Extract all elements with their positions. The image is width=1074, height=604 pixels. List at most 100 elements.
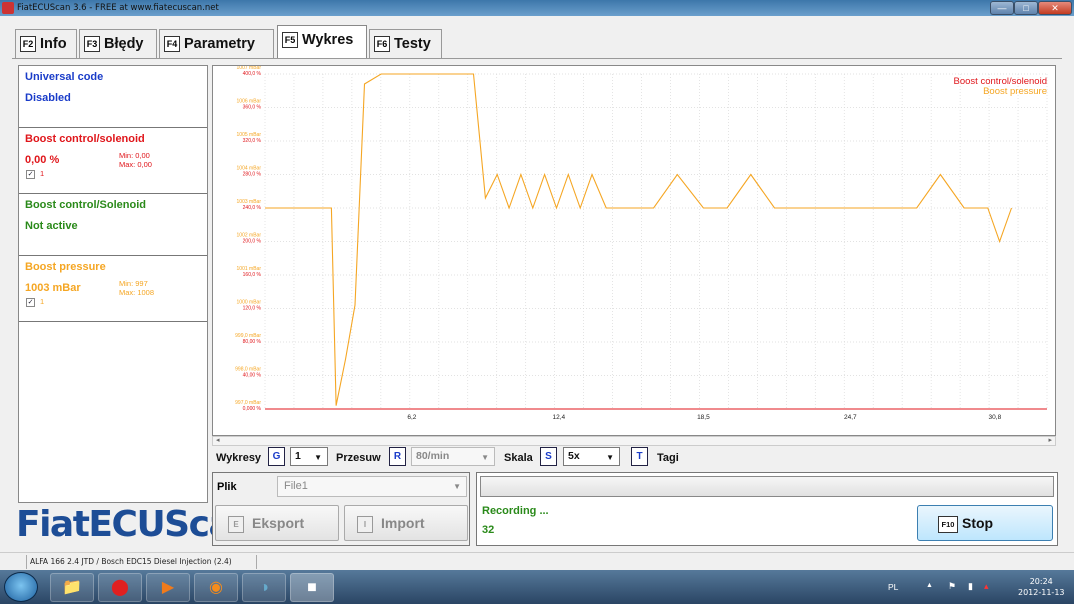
chevron-down-icon: ▼ [453,482,461,491]
skala-key[interactable]: S [540,447,557,466]
param-checkbox[interactable]: ✓ [26,170,35,179]
y-tick-label-pct: 120,0 % [243,306,262,312]
chart-area[interactable]: 997,0 mBar 0,000 % 998,0 mBar 40,00 % 999,0 … [212,65,1056,436]
app-window: F2 Info F3 Błędy F4 Parametry F5 Wykres F6 Te… [0,16,1074,552]
battery-icon[interactable]: ▮ [968,581,973,592]
y-tick-label-pct: 240,0 % [243,205,262,211]
checkbox-label: 1 [40,297,45,306]
divider [256,555,257,569]
start-button[interactable] [4,572,38,602]
param-min: Min: 997 [119,279,148,288]
flag-icon[interactable]: ⚑ [948,581,956,592]
export-label: Eksport [252,515,305,531]
maximize-button[interactable]: □ [1014,1,1038,15]
media-player-icon[interactable]: ▶ [146,573,190,602]
przesuw-key[interactable]: R [389,447,406,466]
param-minmax: Min: 0,00 Max: 0,00 [119,151,152,169]
skala-value: 5x [568,450,580,462]
skala-select[interactable]: 5x ▼ [563,447,620,466]
stop-button[interactable]: F10 Stop [917,505,1053,541]
skala-label: Skala [504,452,533,464]
przesuw-select[interactable]: 80/min ▼ [411,447,495,466]
import-label: Import [381,515,425,531]
series-line-boost-pressure [265,73,1013,406]
app-icon [2,2,14,14]
tab-wykres[interactable]: F5 Wykres [277,25,367,59]
param-universal-code[interactable]: Universal code Disabled [19,66,207,128]
date-text: 2012-11-13 [1018,588,1065,597]
param-minmax: Min: 997 Max: 1008 [119,279,154,297]
import-button[interactable]: I Import [344,505,468,541]
minimize-button[interactable]: — [990,1,1014,15]
close-button[interactable]: ✕ [1038,1,1072,15]
wykresy-select[interactable]: 1 ▼ [290,447,328,466]
chart-controls: Wykresy G 1 ▼ Przesuw R 80/min ▼ Skala S 5… [212,446,1062,468]
chevron-down-icon: ▼ [606,453,614,462]
param-boost-pressure[interactable]: Boost pressure 1003 mBar Min: 997 Max: 10… [19,256,207,322]
checkbox-label: 1 [40,169,45,178]
x-tick-label: 6,2 [407,414,416,421]
y-tick-label-pct: 200,0 % [243,239,262,245]
scroll-right-icon[interactable]: ▸ [1048,437,1052,445]
tab-info[interactable]: F2 Info [15,29,77,58]
opera-icon[interactable]: ⬤ [98,573,142,602]
y-tick-label-pct: 320,0 % [243,138,262,144]
param-max: Max: 0,00 [119,160,152,169]
tab-label: Parametry [184,36,255,52]
wykresy-value: 1 [295,450,301,462]
file-panel: Plik File1 ▼ E Eksport I Import [212,472,470,546]
stop-label: Stop [962,515,994,531]
wykresy-key[interactable]: G [268,447,285,466]
x-tick-label: 12,4 [553,414,566,421]
param-boost-control[interactable]: Boost control/solenoid 0,00 % Min: 0,00 M… [19,128,207,194]
file-select[interactable]: File1 ▼ [277,476,467,497]
scroll-left-icon[interactable]: ◂ [216,437,220,445]
export-button[interactable]: E Eksport [215,505,339,541]
param-checkbox[interactable]: ✓ [26,298,35,307]
signal-icon[interactable]: ▴ [984,581,989,592]
system-tray: PL ▲ ⚑ ▮ ▴ 20:24 2012-11-13 [886,570,1074,604]
przesuw-label: Przesuw [336,452,381,464]
import-key: I [357,515,373,533]
firefox-icon[interactable]: ◉ [194,573,238,602]
status-bar: ALFA 166 2.4 JTD / Bosch EDC15 Diesel In… [0,552,1074,570]
vehicle-info: ALFA 166 2.4 JTD / Bosch EDC15 Diesel In… [30,557,232,566]
x-tick-label: 24,7 [844,414,857,421]
clock[interactable]: 20:24 2012-11-13 [1018,576,1065,598]
tab-label: Info [40,36,67,52]
tab-label: Testy [394,36,431,52]
y-tick-label-pct: 80,00 % [243,339,262,345]
param-value: 0,00 % [25,154,60,166]
chart-scrollbar[interactable]: ◂ ▸ [212,436,1056,446]
file-label: Plik [217,481,237,493]
x-tick-label: 30,8 [989,414,1002,421]
explorer-icon[interactable]: 📁 [50,573,94,602]
tab-key: F6 [374,36,390,53]
y-tick-label-pct: 400,0 % [243,71,262,77]
chevron-up-icon[interactable]: ▲ [926,582,933,589]
param-value: Disabled [25,92,71,104]
x-tick-label: 18,5 [697,414,710,421]
tab-bledy[interactable]: F3 Błędy [79,29,157,58]
legend-label: Boost pressure [983,86,1047,97]
y-tick-label-pct: 360,0 % [243,105,262,111]
tab-key: F4 [164,36,180,53]
tagi-key[interactable]: T [631,447,648,466]
tab-parametry[interactable]: F4 Parametry [159,29,274,58]
tab-divider [12,58,1062,59]
fiatecuscan-taskbar-icon[interactable]: ■ [290,573,334,602]
language-indicator[interactable]: PL [888,582,898,592]
tab-key: F2 [20,36,36,53]
stop-key: F10 [938,515,958,533]
chevron-down-icon: ▼ [481,453,489,462]
tab-label: Wykres [302,32,354,48]
param-name: Universal code [25,71,104,83]
y-tick-label-pct: 280,0 % [243,172,262,178]
network-app-icon[interactable]: ◑ [242,573,286,602]
param-name: Boost control/solenoid [25,133,145,145]
tab-testy[interactable]: F6 Testy [369,29,442,58]
wykresy-label: Wykresy [216,452,262,464]
divider [26,555,27,569]
param-value: Not active [25,220,78,232]
param-boost-control-solenoid[interactable]: Boost control/Solenoid Not active [19,194,207,256]
